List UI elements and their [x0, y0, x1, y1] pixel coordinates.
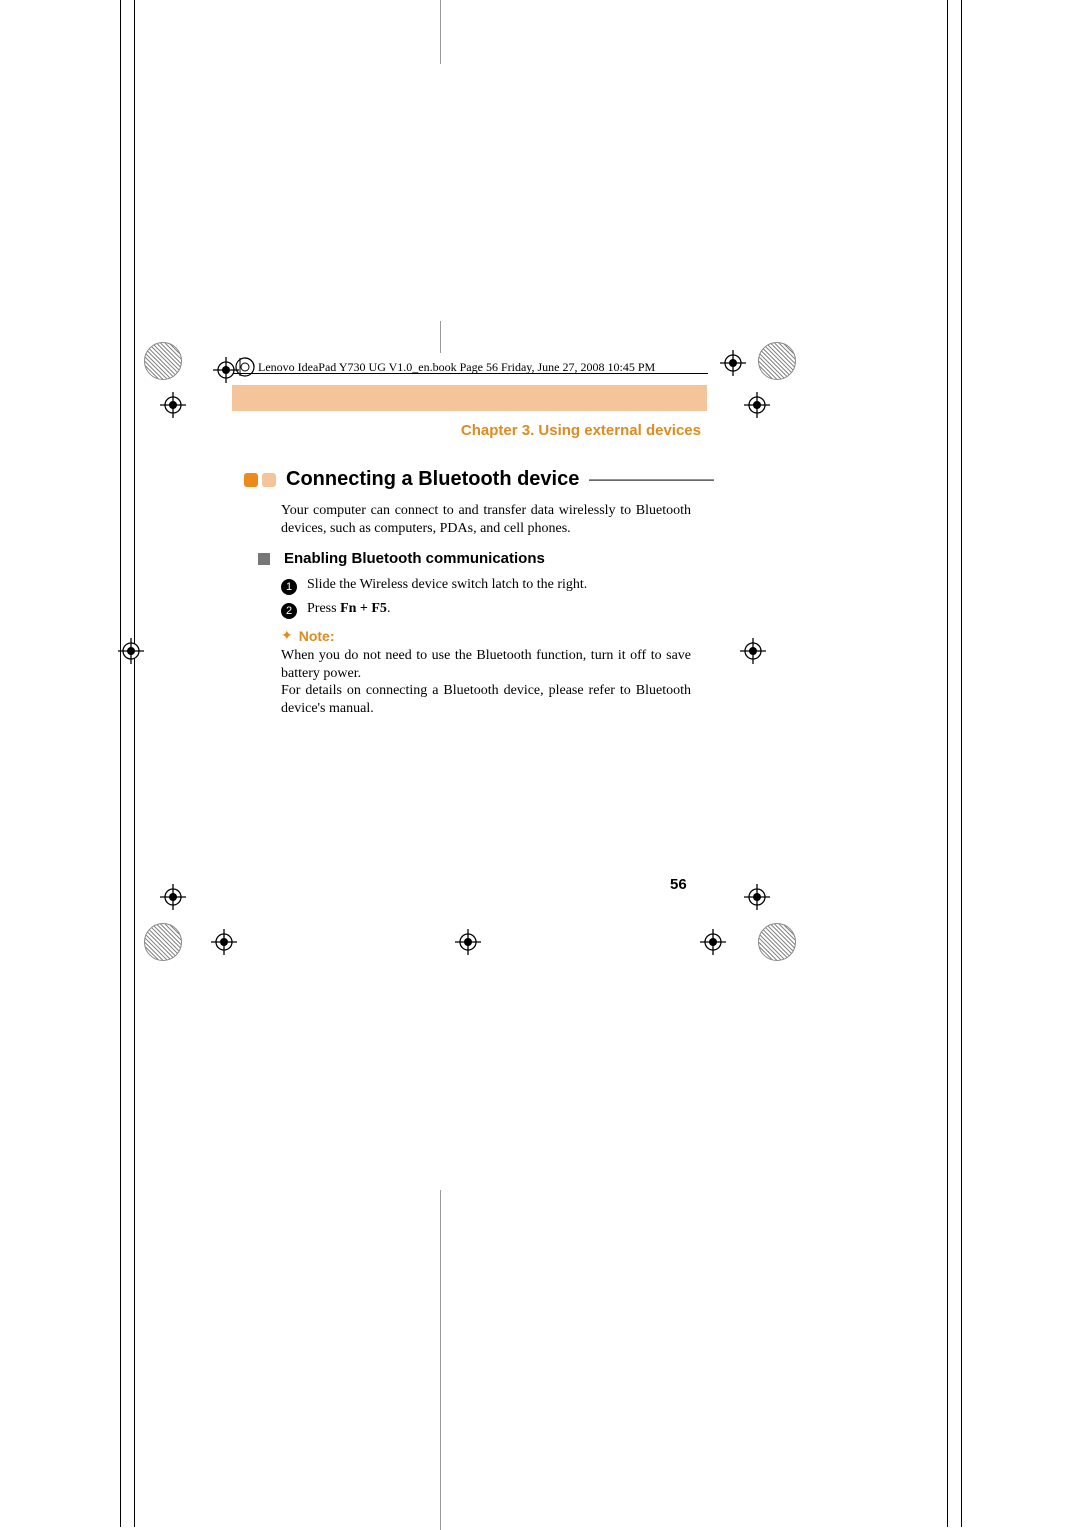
- registration-mark-icon: [118, 638, 144, 664]
- note-body-line: For details on connecting a Bluetooth de…: [281, 683, 691, 716]
- section-rule: [589, 479, 714, 481]
- registration-mark-icon: [720, 350, 746, 376]
- crop-line: [134, 0, 135, 1527]
- registration-mark-icon: [700, 929, 726, 955]
- subsection-heading: Enabling Bluetooth communications: [258, 550, 545, 567]
- chapter-title: Chapter 3. Using external devices: [233, 422, 701, 439]
- step-text-pre: Press: [307, 601, 340, 616]
- header-band: [232, 385, 707, 411]
- note-body-line: When you do not need to use the Bluetoot…: [281, 648, 691, 681]
- step-text: Press Fn + F5.: [307, 601, 390, 617]
- page-number: 56: [670, 876, 687, 893]
- step-text-bold: Fn + F5: [340, 601, 387, 616]
- registration-mark-icon: [160, 392, 186, 418]
- crop-line: [947, 0, 948, 1527]
- section-heading: Connecting a Bluetooth device: [244, 468, 714, 491]
- hatch-circle-icon: [144, 923, 182, 961]
- subsection-title: Enabling Bluetooth communications: [284, 550, 545, 567]
- step-item: 1 Slide the Wireless device switch latch…: [281, 577, 691, 593]
- section-title: Connecting a Bluetooth device: [286, 468, 579, 491]
- registration-mark-icon: [740, 638, 766, 664]
- step-number-icon: 2: [281, 603, 297, 619]
- step-item: 2 Press Fn + F5.: [281, 601, 691, 617]
- registration-mark-icon: [160, 884, 186, 910]
- step-text-post: .: [387, 601, 391, 616]
- note-icon: ✦: [281, 627, 293, 644]
- spiral-binder-icon: [234, 356, 256, 378]
- crop-line: [440, 0, 441, 64]
- registration-mark-icon: [744, 392, 770, 418]
- registration-mark-icon: [744, 884, 770, 910]
- registration-mark-icon: [211, 929, 237, 955]
- step-text: Slide the Wireless device switch latch t…: [307, 577, 587, 593]
- bullet-icon: [262, 473, 276, 487]
- note-label: Note:: [299, 628, 335, 644]
- book-header: Lenovo IdeaPad Y730 UG V1.0_en.book Page…: [258, 360, 655, 375]
- crop-line: [120, 0, 121, 1527]
- hatch-circle-icon: [758, 342, 796, 380]
- crop-line: [440, 321, 441, 353]
- hatch-circle-icon: [144, 342, 182, 380]
- square-bullet-icon: [258, 553, 270, 565]
- note-heading: ✦ Note:: [281, 627, 335, 644]
- note-body: When you do not need to use the Bluetoot…: [281, 647, 691, 717]
- crop-line: [961, 0, 962, 1527]
- crop-line: [440, 1190, 441, 1530]
- step-number-icon: 1: [281, 579, 297, 595]
- hatch-circle-icon: [758, 923, 796, 961]
- bullet-icon: [244, 473, 258, 487]
- registration-mark-icon: [455, 929, 481, 955]
- section-intro: Your computer can connect to and transfe…: [281, 502, 691, 537]
